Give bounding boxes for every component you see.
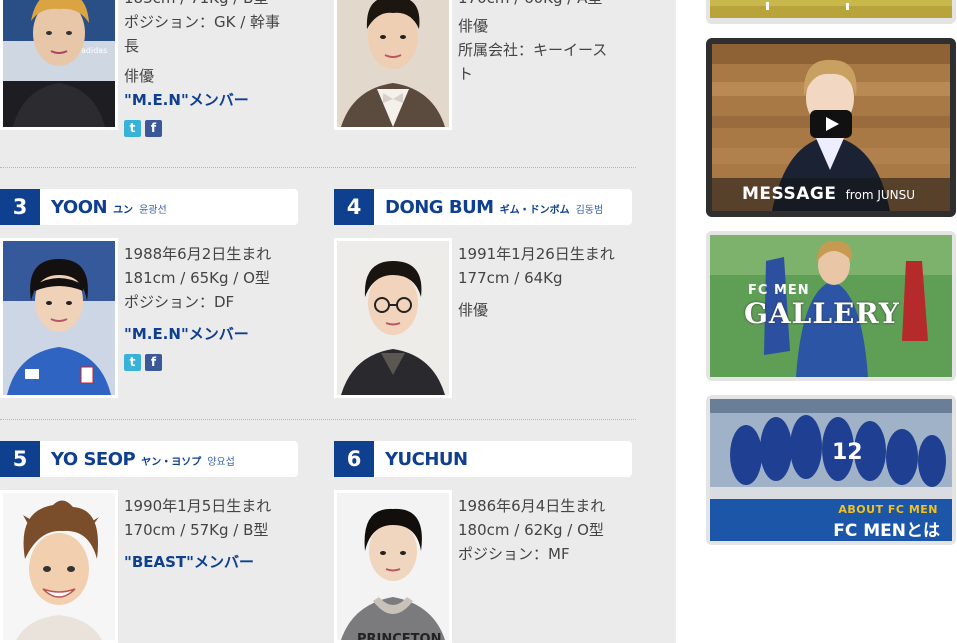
play-icon[interactable]: [810, 110, 852, 138]
member-header: 4 DONG BUM ギム・ドンボム 김동범: [334, 189, 632, 225]
row-divider: [0, 419, 636, 420]
member-list: adidas 183cm / 71Kg / B型 ポジション：GK / 幹事 長…: [0, 0, 676, 643]
member-info: 170cm / 60Kg / A型 俳優 所属会社：キーイース ト: [458, 0, 607, 86]
member-name-kana: ユン: [113, 205, 134, 216]
member-spec: 181cm / 65Kg / O型: [124, 269, 270, 287]
facebook-icon[interactable]: f: [145, 354, 162, 371]
member-info: 1986年6月4日生まれ 180cm / 62Kg / O型 ポジション：MF: [458, 494, 605, 566]
member-position-cont: 長: [124, 37, 140, 55]
twitter-icon[interactable]: t: [124, 120, 141, 137]
member-name-en: YO SEOP: [51, 449, 136, 470]
member-birthday: 1991年1月26日生まれ: [458, 245, 615, 263]
member-group-link[interactable]: "M.E.N"メンバー: [124, 88, 280, 112]
member-number: 6: [334, 441, 374, 477]
member-name[interactable]: DONG BUM ギム・ドンボム 김동범: [385, 189, 603, 225]
member-info: 1991年1月26日生まれ 177cm / 64Kg 俳優: [458, 242, 615, 322]
member-spec-partial: 183cm / 71Kg / B型: [124, 0, 280, 10]
member-info: 1990年1月5日生まれ 170cm / 57Kg / B型 "BEAST"メン…: [124, 494, 271, 574]
member-photo: [0, 490, 118, 643]
member-name-en: YUCHUN: [385, 449, 468, 470]
sns-links: tf: [124, 120, 280, 138]
member-name-ko: 양요섭: [207, 457, 235, 468]
member-info: 1988年6月2日生まれ 181cm / 65Kg / O型 ポジション：DF …: [124, 242, 271, 372]
member-birthday: 1986年6月4日生まれ: [458, 497, 606, 515]
member-birthday: 1988年6月2日生まれ: [124, 245, 272, 263]
member-name-ko: 김동범: [575, 205, 604, 216]
member-group-link[interactable]: "M.E.N"メンバー: [124, 322, 271, 346]
twitter-icon[interactable]: t: [124, 354, 141, 371]
member-position: ポジション：MF: [458, 545, 570, 563]
about-sub: ABOUT FC MEN: [838, 503, 938, 516]
member-spec: 177cm / 64Kg: [458, 269, 563, 287]
row-divider: [0, 167, 636, 168]
member-position: ポジション：GK / 幹事: [124, 13, 281, 31]
member-name[interactable]: YOON ユン 윤광선: [51, 189, 167, 225]
member-spec-partial: 170cm / 60Kg / A型: [458, 0, 607, 10]
member-birthday: 1990年1月5日生まれ: [124, 497, 272, 515]
svg-text:12: 12: [832, 440, 863, 465]
member-name[interactable]: YUCHUN: [385, 441, 468, 477]
gallery-banner[interactable]: FC MEN GALLERY: [706, 231, 956, 381]
message-from: from JUNSU: [845, 188, 916, 202]
member-job: 俳優: [124, 67, 155, 85]
member-agency: 所属会社：キーイース: [458, 41, 608, 59]
member-group-link[interactable]: "BEAST"メンバー: [124, 550, 271, 574]
svg-text:adidas: adidas: [81, 46, 107, 55]
member-name-en: DONG BUM: [385, 197, 494, 218]
top-banner-partial[interactable]: [706, 0, 956, 24]
member-name[interactable]: YO SEOP ヤン・ヨソプ 양요섭: [51, 441, 235, 477]
member-info: 183cm / 71Kg / B型 ポジション：GK / 幹事 長 俳優 "M.…: [124, 0, 280, 138]
gallery-sub: FC MEN: [748, 283, 810, 298]
sns-links: tf: [124, 354, 271, 372]
member-agency-cont: ト: [458, 65, 474, 83]
message-title: MESSAGE: [742, 184, 837, 204]
member-spec: 180cm / 62Kg / O型: [458, 521, 604, 539]
member-spec: 170cm / 57Kg / B型: [124, 521, 269, 539]
member-header: 5 YO SEOP ヤン・ヨソプ 양요섭: [0, 441, 298, 477]
facebook-icon[interactable]: f: [145, 120, 162, 137]
member-job: 俳優: [458, 17, 489, 35]
member-name-en: YOON: [51, 197, 108, 218]
member-name-kana: ヤン・ヨソプ: [141, 457, 202, 468]
member-number: 5: [0, 441, 40, 477]
about-title: FC MENとは: [833, 521, 940, 541]
gallery-title: GALLERY: [744, 297, 900, 330]
message-caption: MESSAGE from JUNSU: [742, 184, 915, 204]
member-photo: [0, 238, 118, 398]
member-number: 4: [334, 189, 374, 225]
member-photo: [334, 0, 452, 130]
member-job: 俳優: [458, 301, 489, 319]
member-number: 3: [0, 189, 40, 225]
member-photo: PRINCETON: [334, 490, 452, 643]
member-header: 3 YOON ユン 윤광선: [0, 189, 298, 225]
member-name-kana: ギム・ドンボム: [499, 205, 570, 216]
about-banner[interactable]: 12 ABOUT FC MEN FC MENとは: [706, 395, 956, 545]
member-photo: [334, 238, 452, 398]
message-video-banner[interactable]: MESSAGE from JUNSU: [706, 38, 956, 217]
member-name-ko: 윤광선: [139, 205, 167, 216]
svg-text:PRINCETON: PRINCETON: [357, 632, 441, 643]
member-header: 6 YUCHUN: [334, 441, 632, 477]
member-photo: adidas: [0, 0, 118, 130]
member-position: ポジション：DF: [124, 293, 235, 311]
